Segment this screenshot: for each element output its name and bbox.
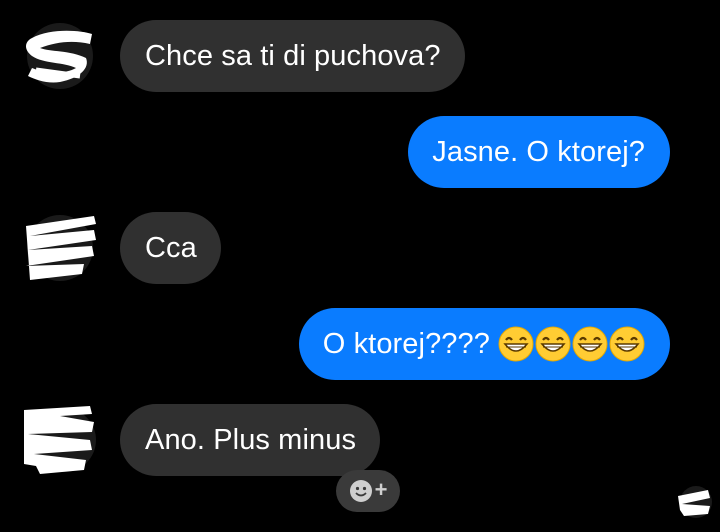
message-text: Ano. Plus minus bbox=[145, 423, 357, 456]
message-text: O ktorej???? bbox=[322, 327, 490, 360]
emoji-group bbox=[498, 326, 645, 362]
contact-avatar[interactable] bbox=[20, 20, 98, 92]
add-reaction-button[interactable]: + bbox=[336, 470, 400, 512]
message-text: Jasne. O ktorej? bbox=[432, 135, 645, 168]
contact-avatar[interactable] bbox=[20, 404, 98, 476]
reaction-plus: + bbox=[374, 477, 388, 502]
redacted-avatar-icon bbox=[24, 406, 96, 474]
message-bubble-incoming[interactable]: Ano. Plus minus bbox=[120, 404, 381, 476]
message-text: Chce sa ti di puchova? bbox=[145, 39, 441, 72]
grinning-face-icon bbox=[609, 326, 645, 362]
redacted-avatar-icon bbox=[26, 215, 96, 281]
grinning-face-icon bbox=[572, 326, 608, 362]
grinning-face-icon bbox=[535, 326, 571, 362]
message-bubble-incoming[interactable]: Cca bbox=[120, 212, 221, 284]
message-bubble-outgoing[interactable]: O ktorej???? bbox=[298, 308, 670, 380]
message-text: Cca bbox=[145, 231, 197, 264]
grinning-face-icon bbox=[498, 326, 534, 362]
redacted-avatar-icon bbox=[26, 23, 93, 89]
seen-avatar bbox=[674, 480, 714, 520]
message-bubble-incoming[interactable]: Chce sa ti di puchova? bbox=[120, 20, 465, 92]
message-bubble-outgoing[interactable]: Jasne. O ktorej? bbox=[408, 116, 670, 188]
contact-avatar[interactable] bbox=[20, 212, 98, 284]
redacted-avatar-icon bbox=[678, 486, 712, 518]
smiley-add-icon bbox=[349, 479, 373, 503]
